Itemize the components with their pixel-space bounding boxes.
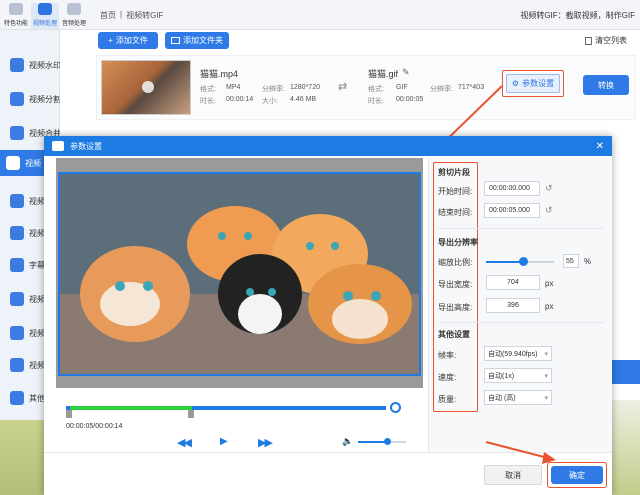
video-play-icon [10, 226, 24, 240]
scale-knob[interactable] [519, 257, 528, 266]
clear-list-button[interactable]: 清空列表 [585, 35, 627, 46]
width-input[interactable]: 704 [486, 275, 540, 290]
convert-button[interactable]: 转换 [583, 75, 629, 95]
target-format: GIF [396, 84, 408, 91]
play-icon[interactable] [142, 81, 154, 93]
source-format: MP4 [226, 84, 241, 91]
source-filename: 猫猫.mp4 [200, 69, 239, 79]
speed-icon [10, 358, 24, 372]
close-icon[interactable]: ✕ [596, 141, 604, 152]
fps-select[interactable]: 自动(59.940fps) ▾ [484, 346, 552, 361]
trim-selection [70, 406, 192, 410]
gear-icon: ⚙ [511, 79, 520, 88]
volume-icon[interactable]: 🔈 [342, 436, 353, 447]
chevron-down-icon: ▾ [544, 394, 548, 402]
divider [438, 322, 604, 323]
tab-audio-processing[interactable]: 音频处理 [60, 3, 88, 27]
tab-featured[interactable]: 特色功能 [2, 3, 30, 27]
annotation-arrow [485, 441, 556, 464]
watermark-icon [10, 58, 24, 72]
quality-select[interactable]: 自动 (高) ▾ [484, 390, 552, 405]
end-time-input[interactable]: 00:00:05.000 [484, 203, 540, 218]
scale-input[interactable]: 55 [563, 254, 579, 268]
dialog-title: 参数设置 [70, 141, 102, 151]
volume-fill [358, 441, 387, 443]
resolution-section-title: 导出分辨率 [438, 238, 478, 247]
trim-start-handle[interactable] [66, 410, 72, 418]
video-preview[interactable] [58, 172, 421, 376]
merge-icon [10, 126, 24, 140]
breadcrumb: 首页 | 视频转GIF [100, 10, 164, 21]
dialog-header: 参数设置 ✕ [44, 136, 612, 156]
background-desktop-peek [0, 420, 44, 495]
volume-knob[interactable] [384, 438, 391, 445]
play-icon[interactable]: ▶ [220, 436, 228, 447]
playhead-handle[interactable] [390, 402, 401, 413]
reset-end-icon[interactable]: ↺ [545, 205, 553, 216]
source-duration: 00:00:14 [226, 96, 254, 103]
source-resolution: 1280*720 [290, 84, 320, 91]
convert-arrow-icon: ⇄ [338, 81, 348, 93]
kittens-image [60, 174, 419, 374]
sidebar-item-watermark[interactable]: 视频水印 [4, 52, 60, 78]
start-time-input[interactable]: 00:00:00.000 [484, 181, 540, 196]
reset-start-icon[interactable]: ↺ [545, 183, 553, 194]
chevron-down-icon: ▾ [544, 350, 548, 358]
fast-forward-icon[interactable]: ▶▶ [258, 436, 273, 449]
params-settings-button[interactable]: ⚙ 参数设置 [506, 74, 560, 93]
gif-icon [6, 156, 20, 170]
speed-select[interactable]: 自动(1x) ▾ [484, 368, 552, 383]
split-icon [10, 92, 24, 106]
folder-icon [171, 37, 180, 44]
scale-fill [486, 261, 523, 263]
film-icon [38, 3, 52, 15]
other-section-title: 其他设置 [438, 330, 470, 339]
breadcrumb-current: 视频转GIF [126, 11, 164, 20]
screen-icon [10, 326, 24, 340]
trash-icon [585, 36, 592, 45]
target-filename-wrap: 猫猫.gif ✎ [368, 67, 410, 80]
background-desktop-peek-right [612, 400, 640, 495]
trim-end-handle[interactable] [188, 410, 194, 418]
height-input[interactable]: 396 [486, 298, 540, 313]
video-icon [10, 194, 24, 208]
crop-icon [10, 292, 24, 306]
subtitle-icon [10, 258, 24, 272]
time-display: 00:00:05/00:00:14 [66, 423, 123, 430]
breadcrumb-home[interactable]: 首页 [100, 10, 116, 21]
video-thumbnail [101, 60, 191, 115]
sidebar-item-split[interactable]: 视频分割 [4, 86, 60, 112]
source-size: 4.46 MB [290, 96, 317, 103]
chevron-down-icon: ▾ [544, 372, 548, 380]
more-icon [10, 391, 24, 405]
page-description: 视频转GIF：截取视频，制作GIF [520, 11, 635, 20]
rewind-icon[interactable]: ◀◀ [177, 436, 192, 449]
clip-section-title: 剪切片段 [438, 168, 470, 177]
app-logo-icon [52, 141, 64, 151]
star-icon [9, 3, 23, 15]
target-filename: 猫猫.gif [368, 69, 399, 79]
tab-video-processing[interactable]: 视频处理 [31, 3, 59, 29]
background-button-peek [612, 360, 640, 384]
add-file-button[interactable]: + 添加文件 [98, 32, 158, 49]
plus-icon: + [108, 36, 113, 45]
music-icon [67, 3, 81, 15]
add-folder-button[interactable]: 添加文件夹 [165, 32, 229, 49]
divider [438, 228, 604, 229]
edit-pencil-icon[interactable]: ✎ [402, 67, 410, 80]
